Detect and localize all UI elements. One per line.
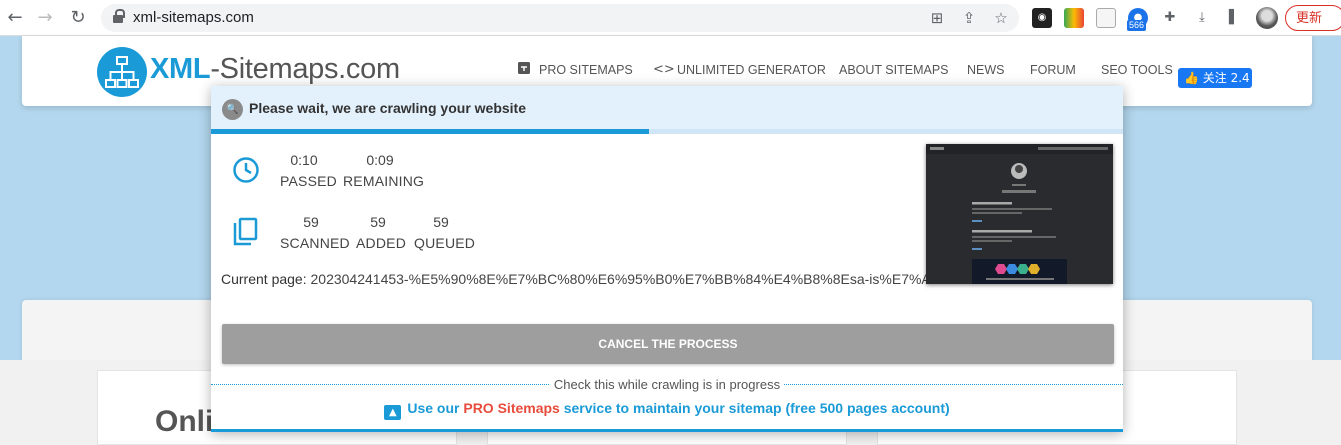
remaining-label: REMAINING (343, 173, 425, 189)
logo-rest: -Sitemaps.com (210, 53, 400, 85)
lock-icon (113, 9, 125, 24)
share-icon[interactable]: ⇪ (959, 8, 979, 28)
extension-dark-icon[interactable]: ◉ (1032, 8, 1052, 28)
facebook-follow-button[interactable]: 👍 关注 2.4 (1178, 68, 1252, 88)
avatar[interactable] (1256, 7, 1278, 29)
nav-unlimited-generator[interactable]: UNLIMITED GENERATOR (677, 63, 826, 77)
background-heading-left: Onli (155, 405, 214, 438)
forward-arrow-icon[interactable]: → (35, 8, 55, 28)
nav-forum[interactable]: FORUM (1030, 63, 1076, 77)
current-page-label: Current page: (221, 271, 307, 287)
back-arrow-icon[interactable]: ← (5, 8, 25, 28)
crawl-progress-modal: 🔍 Please wait, we are crawling your webs… (211, 86, 1123, 432)
site-logo-text[interactable]: XML-Sitemaps.com (150, 53, 400, 86)
copy-icon (232, 217, 260, 254)
pro-sitemaps-promo[interactable]: ▲ Use our PRO Sitemaps service to maintai… (211, 400, 1123, 420)
divider-text: Check this while crawling is in progress (211, 377, 1123, 392)
update-button[interactable]: 更新 (1285, 5, 1341, 31)
archive-icon (517, 61, 531, 79)
remaining-value: 0:09 (366, 152, 394, 168)
website-preview-thumbnail (926, 144, 1113, 284)
added-label: ADDED (356, 235, 407, 251)
logo-bold: XML (150, 53, 211, 85)
nav-about-sitemaps[interactable]: ABOUT SITEMAPS (839, 63, 949, 77)
modal-bottom-border (211, 429, 1123, 432)
puzzle-icon[interactable]: ✚ (1160, 8, 1180, 28)
nav-pro-sitemaps[interactable]: PRO SITEMAPS (539, 63, 633, 77)
scanned-value: 59 (303, 214, 319, 230)
promo-pro-link[interactable]: PRO Sitemaps (463, 400, 559, 416)
bookmark-star-icon[interactable]: ☆ (991, 8, 1011, 28)
scanned-label: SCANNED (280, 235, 350, 251)
passed-label: PASSED (280, 173, 337, 189)
browser-toolbar: ← → ↻ xml-sitemaps.com ⊞ ⇪ ☆ ◉ ● 566 ✚ ⤓… (0, 0, 1341, 36)
sitemap-logo-icon[interactable] (97, 47, 147, 97)
extension-doc-icon[interactable] (1096, 8, 1116, 28)
crawl-progress-bar (211, 129, 1123, 134)
thumbs-up-icon: 👍 (1184, 71, 1199, 85)
address-bar[interactable]: xml-sitemaps.com ⊞ ⇪ ☆ (101, 4, 1019, 32)
queued-value: 59 (433, 214, 449, 230)
extension-color-icon[interactable] (1064, 8, 1084, 28)
upload-icon: ▲ (384, 405, 402, 420)
cancel-button[interactable]: CANCEL THE PROCESS (222, 324, 1114, 364)
modal-header: 🔍 Please wait, we are crawling your webs… (211, 86, 1123, 134)
added-value: 59 (370, 214, 386, 230)
search-icon: 🔍 (222, 99, 243, 120)
extension-badge: 566 (1127, 20, 1147, 31)
progress-fill (211, 129, 649, 134)
divider-label: Check this while crawling is in progress (549, 377, 785, 392)
queued-label: QUEUED (414, 235, 476, 251)
translate-icon[interactable]: ⊞ (927, 8, 947, 28)
passed-value: 0:10 (290, 152, 318, 168)
promo-prefix: Use our (407, 400, 460, 416)
nav-news[interactable]: NEWS (967, 63, 1005, 77)
fb-label: 关注 2.4 (1202, 71, 1250, 85)
reload-icon[interactable]: ↻ (68, 8, 88, 28)
sidepanel-icon[interactable]: ▌ (1224, 8, 1244, 28)
url-text: xml-sitemaps.com (133, 9, 254, 26)
promo-suffix: service to maintain your sitemap (free 5… (563, 400, 950, 416)
modal-title: Please wait, we are crawling your websit… (249, 100, 527, 116)
nav-seo-tools[interactable]: SEO TOOLS (1101, 63, 1173, 77)
download-icon[interactable]: ⤓ (1192, 8, 1212, 28)
code-icon: <> (653, 62, 675, 77)
clock-icon (232, 156, 260, 189)
